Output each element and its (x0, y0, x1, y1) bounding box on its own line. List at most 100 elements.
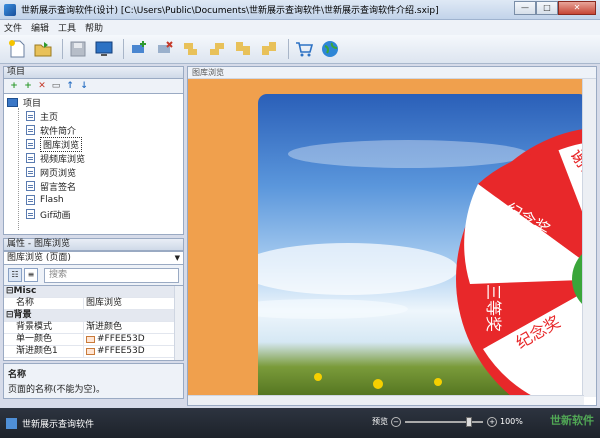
page-icon (26, 209, 35, 219)
prize-wheel: 谢谢 纪念奖 三等奖 纪念奖 (258, 129, 582, 397)
tree-item-label: Flash (40, 195, 64, 205)
property-search-input[interactable]: 搜索 (44, 267, 179, 283)
align-icon (184, 43, 197, 55)
title-bar: 世新展示查询软件(设计) [C:\Users\Public\Documents\… (0, 0, 600, 20)
tree-item-gif[interactable]: Gif动画 (26, 208, 71, 221)
zoom-slider-knob[interactable] (466, 416, 473, 427)
delete-node-icon[interactable]: ✕ (37, 81, 47, 91)
add-node-icon[interactable]: + (9, 81, 19, 91)
new-file-icon (9, 40, 25, 58)
preview-button[interactable] (93, 38, 115, 60)
flower-shapes (314, 373, 442, 389)
shop-button[interactable] (293, 38, 315, 60)
category-label: Misc (13, 286, 37, 296)
menu-edit[interactable]: 编辑 (31, 21, 49, 34)
toolbar-separator (62, 39, 63, 59)
properties-toolbar: ☷ ≡ 搜索 (3, 265, 184, 285)
save-icon (70, 41, 86, 57)
tree-item-video[interactable]: 视频库浏览 (26, 152, 85, 165)
tree-item-flash[interactable]: Flash (26, 194, 64, 206)
status-bar: 世新展示查询软件 预览 − + 100% (0, 408, 600, 438)
align-icon (236, 42, 250, 55)
move-up-icon[interactable]: ↑ (65, 81, 75, 91)
toolbar (0, 35, 600, 64)
property-value: 渐进颜色 (86, 322, 123, 332)
property-key: 渐进颜色1 (4, 346, 84, 357)
align-top-button[interactable] (232, 38, 254, 60)
properties-pane-header: 属性 - 图库浏览 (3, 238, 184, 251)
add-page-icon (132, 41, 146, 53)
page-icon (26, 195, 35, 205)
align-bottom-button[interactable] (258, 38, 280, 60)
monitor-icon (95, 41, 113, 56)
align-icon (262, 42, 276, 55)
tree-root[interactable]: 项目 (7, 96, 42, 109)
tree-guide-line (18, 108, 19, 230)
menu-help[interactable]: 帮助 (85, 21, 103, 34)
categorized-view-button[interactable]: ☷ (8, 268, 22, 282)
description-text: 页面的名称(不能为空)。 (8, 385, 106, 395)
project-pane-header: 项目 (3, 66, 184, 79)
toolbar-separator (288, 39, 289, 59)
tree-item-web[interactable]: 网页浏览 (26, 166, 77, 179)
delete-page-button[interactable] (154, 38, 176, 60)
property-row[interactable]: 名称 图库浏览 (4, 298, 183, 310)
category-background[interactable]: ⊟ 背景 (4, 310, 183, 322)
property-row[interactable]: 渐进颜色1 #FFEE53D (4, 346, 183, 358)
align-right-button[interactable] (206, 38, 228, 60)
tree-item-home[interactable]: 主页 (26, 110, 59, 123)
tree-item-label: 主页 (40, 112, 59, 123)
website-button[interactable] (319, 38, 341, 60)
wheel-label: 三等奖 (484, 284, 503, 332)
canvas-vertical-scrollbar[interactable] (582, 79, 596, 397)
open-folder-icon (34, 42, 52, 57)
design-canvas[interactable]: 谢谢 纪念奖 三等奖 纪念奖 (188, 79, 582, 397)
delete-page-icon (158, 41, 173, 53)
zoom-out-button[interactable]: − (391, 416, 401, 427)
zoom-slider[interactable] (405, 416, 483, 427)
rename-icon[interactable]: ▭ (51, 81, 61, 91)
maximize-button[interactable]: □ (536, 1, 558, 15)
page-icon (26, 181, 35, 191)
property-row[interactable]: 单一颜色 #FFEE53D (4, 334, 183, 346)
close-button[interactable]: ✕ (558, 1, 596, 15)
tree-root-label: 项目 (23, 98, 42, 109)
globe-icon (322, 41, 338, 57)
canvas-horizontal-scrollbar[interactable] (188, 395, 584, 405)
tree-item-guestbook[interactable]: 留言签名 (26, 180, 76, 193)
tree-item-label: 软件简介 (40, 126, 77, 137)
add-page-button[interactable] (128, 38, 150, 60)
toolbar-separator (123, 39, 124, 59)
object-selector[interactable]: 图库浏览 (页面) ▼ (3, 251, 184, 265)
zoom-control: 预览 − + 100% (372, 416, 523, 427)
alphabetical-view-button[interactable]: ≡ (24, 268, 38, 282)
category-label: 背景 (13, 310, 32, 320)
cart-icon (296, 42, 314, 57)
tree-item-label: 图库浏览 (40, 136, 83, 152)
property-row[interactable]: 背景模式 渐进颜色 (4, 322, 183, 334)
category-misc[interactable]: ⊟ Misc (4, 286, 183, 298)
page-icon (26, 153, 35, 163)
minimize-button[interactable]: — (514, 1, 536, 15)
canvas-tab: 图库浏览 (188, 67, 596, 79)
property-key: 名称 (4, 298, 84, 309)
add-child-icon[interactable]: + (23, 81, 33, 91)
align-left-button[interactable] (180, 38, 202, 60)
menu-tools[interactable]: 工具 (58, 21, 76, 34)
save-button[interactable] (67, 38, 89, 60)
object-selector-value: 图库浏览 (页面) (7, 253, 71, 263)
tree-item-gallery[interactable]: 图库浏览 (26, 136, 83, 152)
page-icon (26, 125, 35, 135)
menu-file[interactable]: 文件 (4, 21, 22, 34)
watermark: 世新软件 (550, 414, 594, 427)
app-status-icon (6, 417, 17, 429)
menu-bar: 文件 编辑 工具 帮助 (0, 20, 600, 35)
move-down-icon[interactable]: ↓ (79, 81, 89, 91)
property-grid-scrollbar[interactable] (174, 286, 183, 360)
property-description: 名称 页面的名称(不能为空)。 (3, 363, 184, 399)
open-file-button[interactable] (32, 38, 54, 60)
new-file-button[interactable] (6, 38, 28, 60)
zoom-in-button[interactable]: + (487, 416, 497, 427)
tree-item-intro[interactable]: 软件简介 (26, 124, 77, 137)
tree-item-label: 网页浏览 (40, 168, 77, 179)
